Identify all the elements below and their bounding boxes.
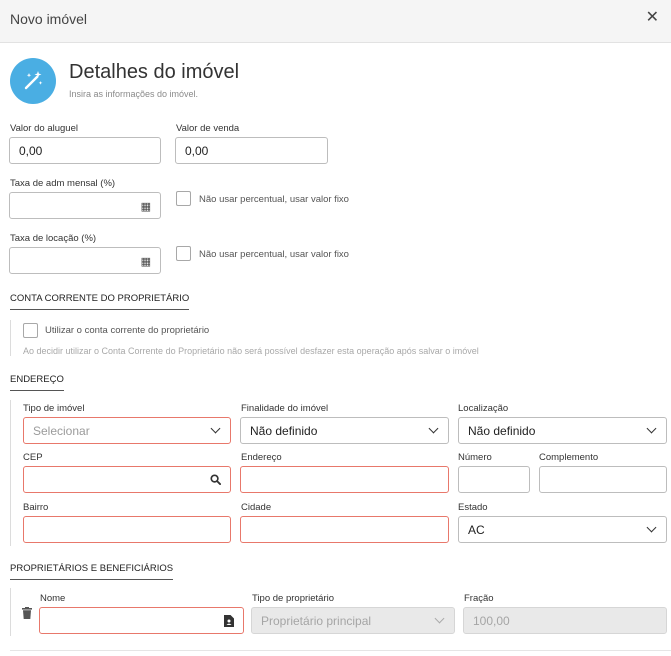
location-value: Não definido [468, 424, 536, 438]
owner-type-value: Proprietário principal [261, 614, 372, 628]
sale-label: Valor de venda [176, 123, 240, 134]
fraction-label: Fração [464, 593, 494, 604]
number-input[interactable] [458, 466, 530, 493]
complement-label: Complemento [539, 452, 599, 463]
adm-fee-label: Taxa de adm mensal (%) [10, 178, 116, 189]
state-select[interactable]: AC [458, 516, 667, 543]
street-input[interactable] [240, 466, 449, 493]
section-bar [10, 320, 11, 356]
dialog-title: Novo imóvel [10, 11, 88, 27]
owner-account-label: Utilizar o conta corrente do proprietári… [45, 325, 210, 336]
trash-icon[interactable] [22, 607, 32, 622]
chevron-down-icon [646, 522, 657, 533]
lease-fixed-value-checkbox[interactable] [176, 246, 191, 261]
purpose-value: Não definido [250, 424, 318, 438]
magic-wand-icon [10, 58, 56, 104]
city-label: Cidade [241, 502, 272, 513]
adm-fixed-value-checkbox[interactable] [176, 191, 191, 206]
zip-label: CEP [23, 452, 43, 463]
state-label: Estado [458, 502, 488, 513]
property-type-select[interactable]: Selecionar [23, 417, 231, 444]
adm-fee-input[interactable]: ▦ [9, 192, 161, 219]
rent-label: Valor do aluguel [10, 123, 78, 134]
chevron-down-icon [428, 423, 439, 434]
lease-fee-input[interactable]: ▦ [9, 247, 161, 274]
lease-fixed-value-label: Não usar percentual, usar valor fixo [199, 249, 349, 260]
owner-name-label: Nome [40, 593, 66, 604]
sale-input[interactable]: 0,00 [175, 137, 328, 164]
complement-input[interactable] [539, 466, 667, 493]
page-title: Detalhes do imóvel [69, 61, 240, 83]
zip-input[interactable] [23, 466, 231, 493]
rent-value: 0,00 [19, 144, 43, 158]
district-label: Bairro [23, 502, 49, 513]
owner-name-input[interactable] [39, 607, 244, 634]
section-bar [10, 588, 11, 636]
divider [10, 650, 671, 651]
search-icon [210, 474, 221, 485]
purpose-label: Finalidade do imóvel [241, 403, 329, 414]
owner-account-note: Ao decidir utilizar o Conta Corrente do … [23, 346, 479, 356]
close-icon[interactable]: ✕ [646, 10, 659, 26]
owner-account-heading: CONTA CORRENTE DO PROPRIETÁRIO [10, 293, 190, 310]
chevron-down-icon [646, 423, 657, 434]
page-subtitle: Insira as informações do imóvel. [69, 89, 199, 99]
city-input[interactable] [240, 516, 449, 543]
adm-fixed-value-label: Não usar percentual, usar valor fixo [199, 194, 349, 205]
contact-card-icon [224, 615, 234, 627]
rent-input[interactable]: 0,00 [9, 137, 161, 164]
owner-type-select[interactable]: Proprietário principal [251, 607, 455, 634]
dialog-header: Novo imóvel ✕ [0, 0, 671, 43]
address-heading: ENDEREÇO [10, 374, 64, 391]
property-type-placeholder: Selecionar [33, 424, 90, 438]
lease-fee-label: Taxa de locação (%) [10, 233, 97, 244]
number-label: Número [458, 452, 492, 463]
owners-heading: PROPRIETÁRIOS E BENEFICIÁRIOS [10, 563, 174, 580]
owner-account-checkbox[interactable] [23, 323, 38, 338]
chevron-down-icon [210, 423, 221, 434]
calendar-icon: ▦ [140, 256, 151, 268]
state-value: AC [468, 523, 485, 537]
location-select[interactable]: Não definido [458, 417, 667, 444]
street-label: Endereço [241, 452, 282, 463]
calendar-icon: ▦ [140, 201, 151, 213]
owner-type-label: Tipo de proprietário [252, 593, 335, 604]
chevron-down-icon [434, 613, 445, 624]
district-input[interactable] [23, 516, 231, 543]
sale-value: 0,00 [185, 144, 209, 158]
property-type-label: Tipo de imóvel [23, 403, 85, 414]
purpose-select[interactable]: Não definido [240, 417, 449, 444]
fraction-value: 100,00 [473, 614, 510, 628]
section-bar [10, 400, 11, 546]
location-label: Localização [458, 403, 509, 414]
fraction-input[interactable]: 100,00 [463, 607, 667, 634]
